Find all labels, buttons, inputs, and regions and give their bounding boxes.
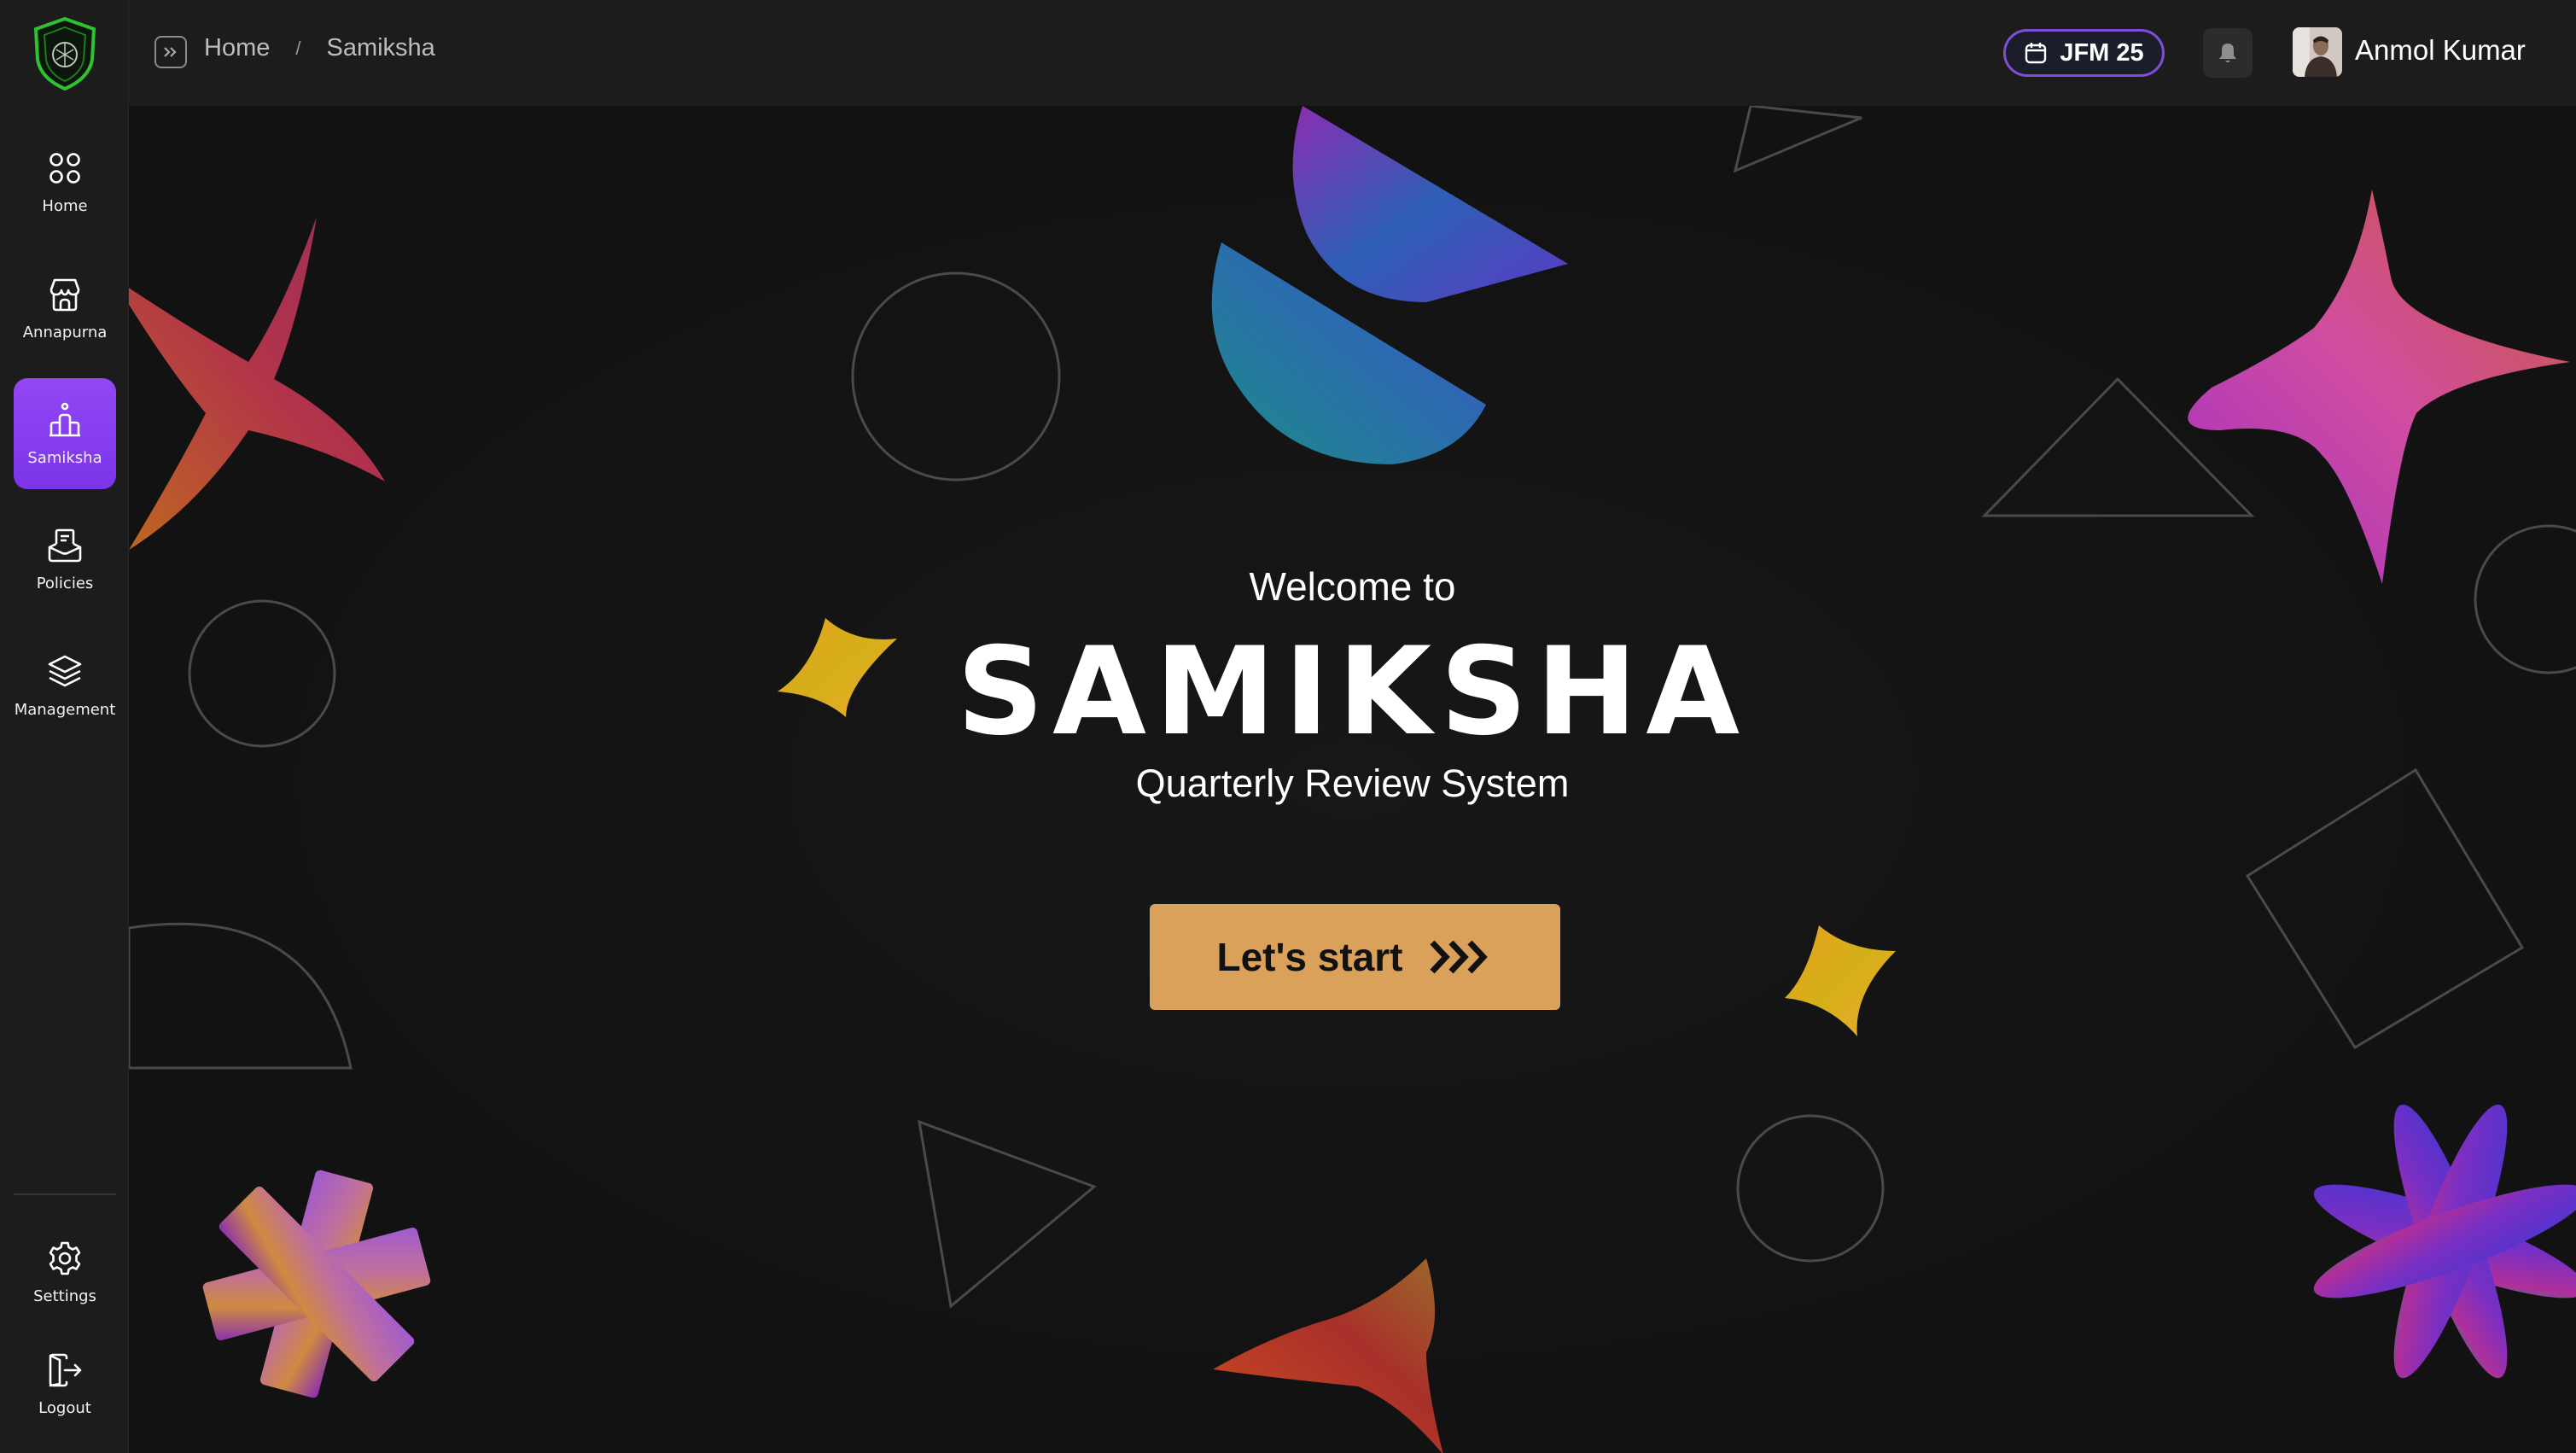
sidebar-item-management[interactable]: Management: [14, 630, 116, 741]
app-logo[interactable]: [31, 15, 99, 91]
triple-chevron-right-icon: [1429, 940, 1488, 974]
notifications-button[interactable]: [2203, 28, 2253, 78]
inbox-document-icon: [48, 528, 82, 562]
grid-icon: [50, 152, 80, 184]
sidebar-toggle-button[interactable]: [154, 36, 187, 68]
sidebar-item-home[interactable]: Home: [14, 126, 116, 237]
period-label: JFM 25: [2060, 38, 2144, 67]
sidebar-item-label: Management: [14, 700, 116, 719]
breadcrumb-current: Samiksha: [326, 34, 435, 61]
breadcrumb: Home / Samiksha: [204, 34, 435, 62]
sidebar-item-settings[interactable]: Settings: [14, 1217, 116, 1328]
sidebar-item-label: Home: [42, 196, 88, 215]
calendar-icon: [2025, 43, 2047, 64]
sidebar-item-logout[interactable]: Logout: [14, 1328, 116, 1439]
bell-icon: [2219, 44, 2236, 62]
lets-start-label: Let's start: [1216, 935, 1403, 979]
breadcrumb-home-link[interactable]: Home: [204, 34, 270, 62]
user-name[interactable]: Anmol Kumar: [2355, 34, 2526, 67]
sidebar-item-label: Samiksha: [27, 448, 102, 467]
podium-icon: [50, 402, 80, 436]
user-photo-icon: [2293, 27, 2342, 77]
period-selector-button[interactable]: JFM 25: [2003, 29, 2165, 77]
sidebar-item-label: Annapurna: [22, 323, 108, 341]
layers-icon: [48, 655, 82, 686]
sidebar-item-samiksha[interactable]: Samiksha: [14, 378, 116, 489]
sidebar-divider: [14, 1193, 116, 1195]
sidebar-item-label: Policies: [36, 574, 94, 592]
sidebar: Home Annapurna Samiksha Policies Managem…: [0, 0, 129, 1453]
breadcrumb-separator: /: [295, 37, 301, 59]
sidebar-item-label: Settings: [33, 1287, 96, 1305]
sidebar-item-policies[interactable]: Policies: [14, 504, 116, 615]
welcome-hero: Welcome to SAMIKSHA Quarterly Review Sys…: [129, 106, 2576, 1453]
page-title: SAMIKSHA: [956, 621, 1749, 762]
sidebar-item-label: Logout: [38, 1398, 91, 1417]
double-chevron-right-icon: [164, 47, 177, 57]
gear-icon: [49, 1241, 81, 1275]
welcome-text: Welcome to: [1249, 564, 1456, 609]
store-icon: [50, 278, 80, 311]
sidebar-item-annapurna[interactable]: Annapurna: [14, 253, 116, 364]
main-content: Welcome to SAMIKSHA Quarterly Review Sys…: [129, 106, 2576, 1453]
logout-icon: [49, 1353, 82, 1386]
avatar[interactable]: [2293, 27, 2342, 77]
top-header: Home / Samiksha JFM 25 Anmol Kumar: [129, 0, 2576, 106]
page-subtitle: Quarterly Review System: [1135, 762, 1570, 805]
lets-start-button[interactable]: Let's start: [1150, 904, 1560, 1010]
